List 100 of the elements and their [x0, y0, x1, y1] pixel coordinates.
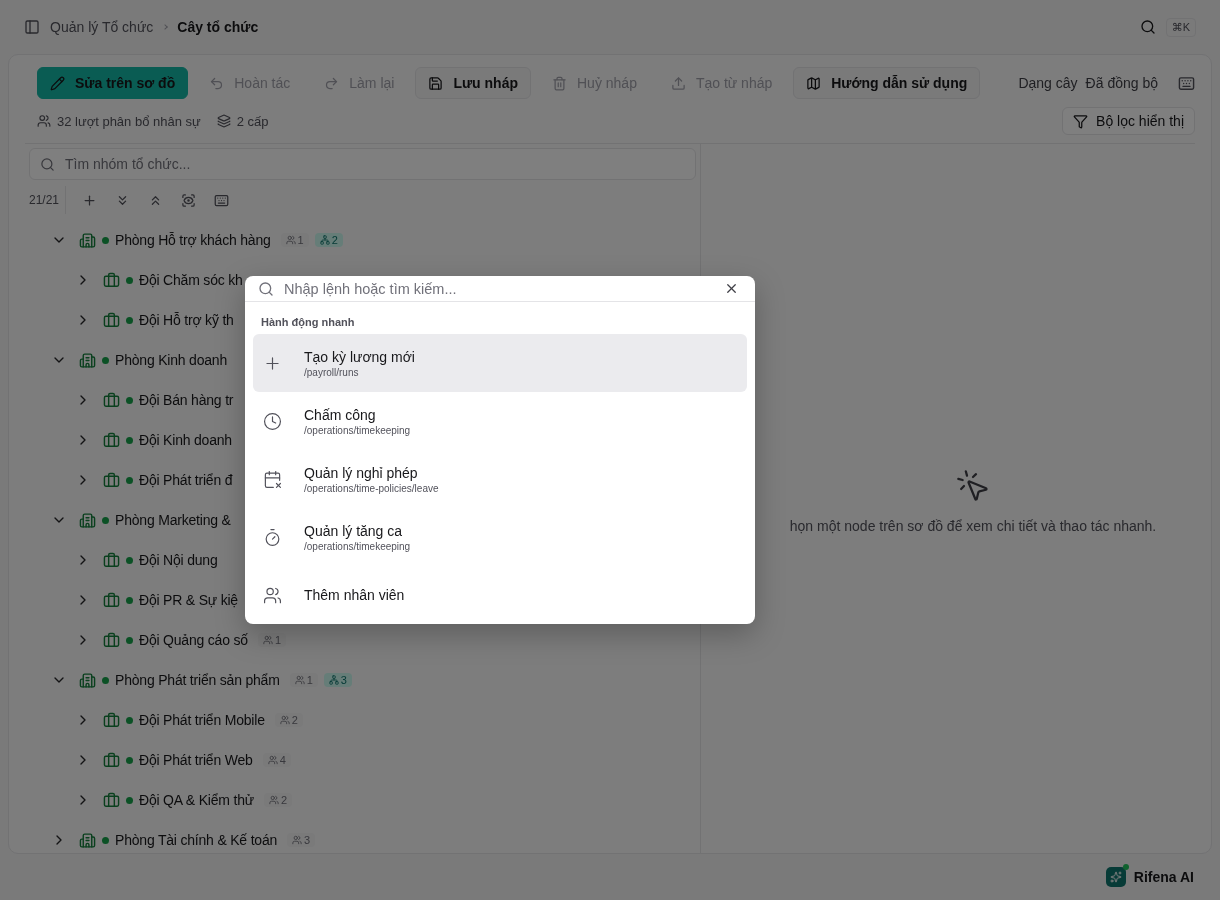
node-name[interactable]: Phòng Hỗ trợ khách hàng [115, 232, 271, 248]
node-name[interactable]: Đội PR & Sự kiệ [139, 592, 238, 608]
users-icon [268, 795, 279, 805]
building-icon [79, 671, 96, 689]
stopwatch-icon [263, 527, 282, 547]
status-dot [126, 556, 133, 564]
node-name[interactable]: Đội Phát triển đ [139, 472, 233, 488]
node-name[interactable]: Đội Quảng cáo số [139, 632, 248, 648]
node-name[interactable]: Đội Chăm sóc kh [139, 272, 243, 288]
node-name[interactable]: Đội QA & Kiểm thử [139, 792, 254, 808]
status-dot [102, 676, 109, 684]
node-name[interactable]: Phòng Tài chính & Kế toán [115, 832, 278, 848]
close-button[interactable] [724, 281, 739, 296]
status-dot [126, 476, 133, 484]
member-count: 4 [279, 754, 286, 766]
breadcrumb-item[interactable]: Quản lý Tổ chức [50, 19, 154, 35]
filter-icon [1073, 113, 1089, 129]
briefcase-icon [103, 791, 120, 809]
status-dot [126, 796, 133, 804]
command-title: Quản lý tăng ca [304, 522, 404, 539]
search-input[interactable]: Tìm nhóm tổ chức... [63, 155, 685, 173]
command-path: /operations/timekeeping [304, 424, 411, 436]
briefcase-icon [103, 551, 120, 569]
status-dot [126, 636, 133, 644]
node-name[interactable]: Đội Nội dung [139, 552, 218, 568]
node-name[interactable]: Đội Phát triển Web [139, 752, 253, 768]
member-count: 1 [297, 234, 304, 246]
briefcase-icon [103, 631, 120, 649]
status-dot [126, 316, 133, 324]
briefcase-icon [103, 591, 120, 609]
users-icon [263, 585, 282, 605]
search-icon [40, 156, 55, 172]
status-dot [126, 756, 133, 764]
status-dot [126, 276, 133, 284]
plus-icon [82, 192, 98, 208]
briefcase-icon [103, 271, 120, 289]
search-icon[interactable] [1139, 19, 1156, 35]
status-dot [126, 396, 133, 404]
command-title: Chấm công [304, 406, 377, 423]
trash-icon [552, 75, 567, 91]
member-count: 2 [280, 794, 288, 806]
sync-status: Đã đồng bộ [1085, 75, 1158, 91]
command-path: /payroll/runs [304, 366, 360, 378]
member-count: 1 [274, 634, 281, 646]
assistant-button[interactable]: Rifena AI [1099, 866, 1200, 888]
users-icon [267, 755, 278, 765]
search-field[interactable]: Tìm nhóm tổ chức... [29, 148, 696, 180]
calendar-x-icon [263, 469, 282, 489]
node-name[interactable]: Đội Hỗ trợ kỹ th [139, 312, 234, 328]
node-name[interactable]: Đội Phát triển Mobile [139, 712, 265, 728]
save-icon [428, 75, 444, 91]
command-input[interactable]: Nhập lệnh hoặc tìm kiếm... [282, 279, 716, 298]
node-name[interactable]: Phòng Kinh doanh [115, 352, 227, 368]
building-icon [79, 351, 96, 369]
filter-button[interactable]: Bộ lọc hiển thị [1062, 107, 1195, 135]
search-icon [258, 280, 274, 297]
building-icon [79, 511, 96, 529]
node-count: 21/21 [25, 186, 67, 214]
shortcut-hint: ⌘K [1165, 17, 1196, 37]
briefcase-icon [103, 311, 120, 329]
status-dot [126, 716, 133, 724]
users-icon [292, 835, 303, 845]
users-icon [37, 114, 51, 128]
status-dot [126, 596, 133, 604]
briefcase-icon [103, 391, 120, 409]
pencil-icon [50, 75, 65, 91]
toolbar-button[interactable]: Hướng dẫn sử dụng [793, 67, 981, 99]
empty-hint: họn một node trên sơ đồ để xem chi tiết và thao tác nhanh. [789, 518, 1157, 534]
layers-icon [216, 114, 231, 128]
member-count: 1 [306, 674, 313, 686]
upload-icon [670, 75, 686, 91]
hierarchy-icon [328, 675, 339, 685]
command-title: Thêm nhân viên [304, 587, 405, 603]
map-icon [806, 75, 822, 91]
group-title: Hành động nhanh [260, 315, 356, 331]
command-item[interactable]: Tạo kỳ lương mới /payroll/runs [253, 334, 747, 392]
users-icon [262, 635, 273, 645]
clock-icon [263, 411, 282, 431]
node-name[interactable]: Đội Kinh doanh [139, 432, 232, 448]
redo-icon [324, 75, 340, 91]
sparkles-icon [1109, 871, 1122, 883]
toolbar-button[interactable]: Sửa trên sơ đồ [37, 67, 189, 99]
node-name[interactable]: Đội Bán hàng tr [139, 392, 234, 408]
node-name[interactable]: Phòng Marketing & [115, 512, 231, 528]
toolbar-button[interactable]: Lưu nháp [415, 67, 531, 99]
breadcrumb-item[interactable]: Cây tổ chức [177, 19, 259, 35]
member-count: 2 [291, 714, 298, 726]
sidebar-toggle-icon[interactable] [24, 19, 40, 35]
keyboard-icon[interactable] [1178, 74, 1195, 92]
stat-text: 2 cấp [236, 113, 269, 129]
briefcase-icon [103, 471, 120, 489]
status-dot [102, 516, 109, 524]
building-icon [79, 231, 96, 249]
command-path: /operations/time-policies/leave [304, 482, 439, 494]
keyboard-icon [214, 192, 230, 208]
users-icon [279, 715, 290, 725]
hierarchy-icon [319, 235, 330, 245]
node-name[interactable]: Phòng Phát triển sản phẩm [115, 672, 280, 688]
member-count: 3 [304, 834, 311, 846]
focus-icon [181, 192, 197, 208]
